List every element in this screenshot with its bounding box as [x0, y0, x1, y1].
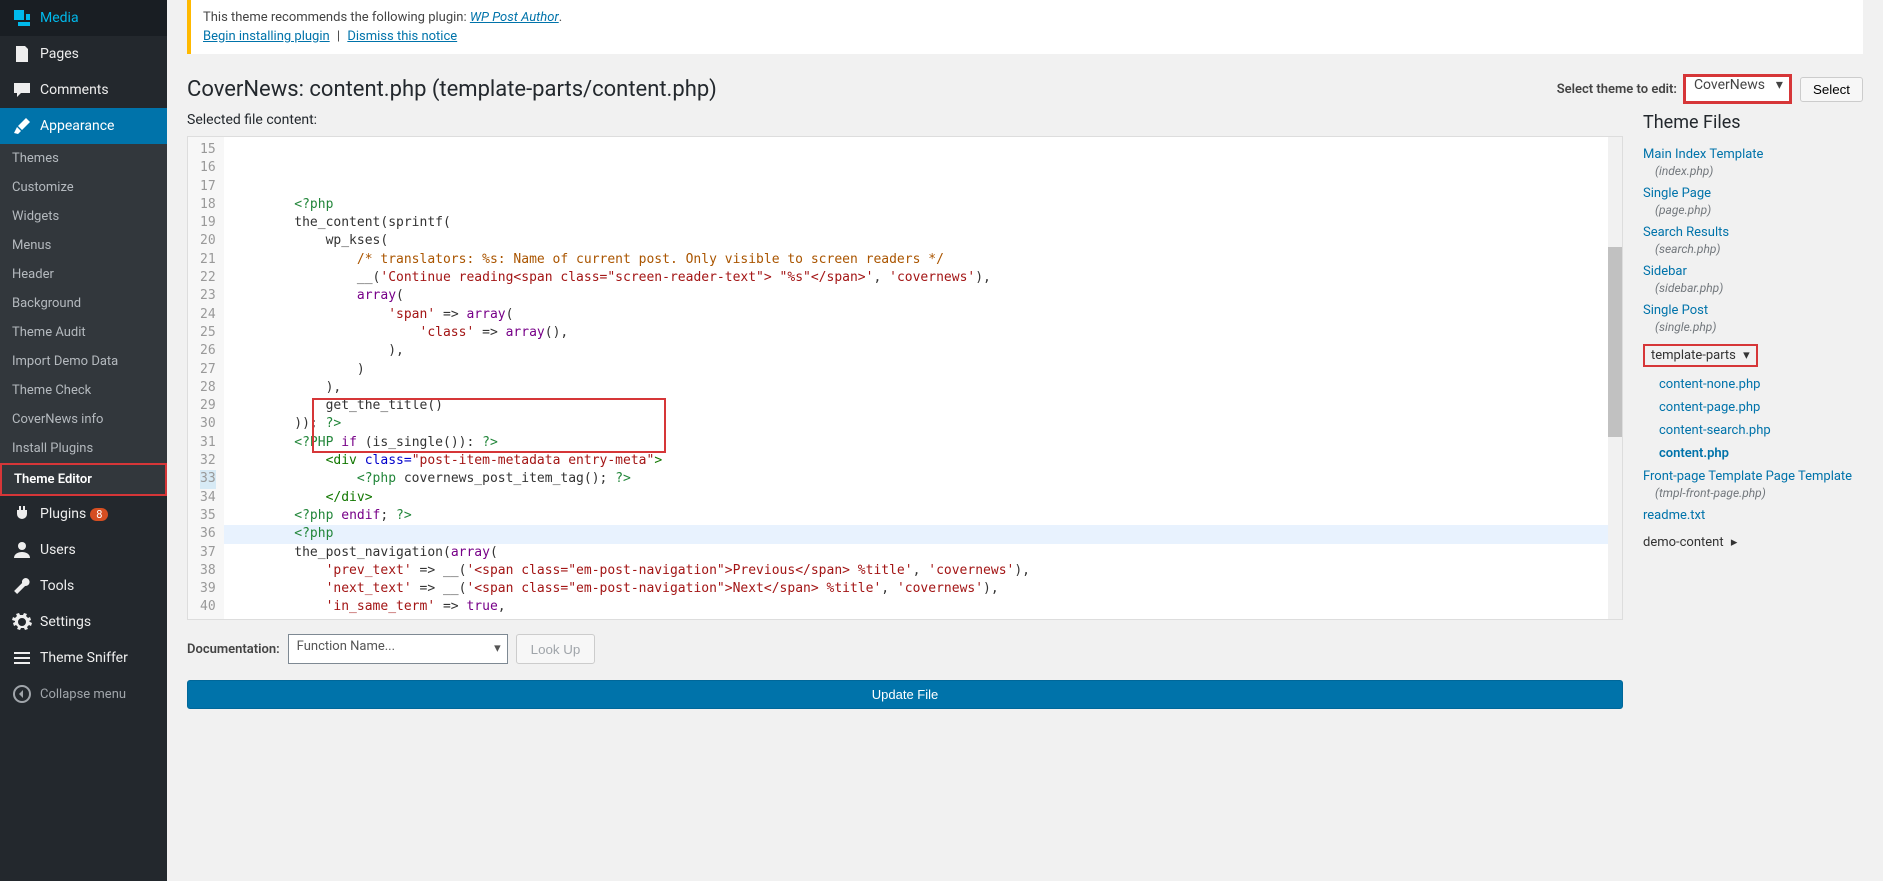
content-row: Selected file content: 15161718192021222…	[187, 112, 1863, 881]
file-tree: Main Index Template(index.php)Single Pag…	[1643, 143, 1863, 554]
submenu-menus[interactable]: Menus	[0, 231, 167, 260]
appearance-submenu: Themes Customize Widgets Menus Header Ba…	[0, 144, 167, 496]
file-item[interactable]: Sidebar(sidebar.php)	[1643, 260, 1863, 299]
folder-demo-content[interactable]: demo-content ▸	[1643, 531, 1863, 554]
submenu-header[interactable]: Header	[0, 260, 167, 289]
page-title: CoverNews: content.php (template-parts/c…	[187, 77, 1557, 102]
begin-install-link[interactable]: Begin installing plugin	[203, 29, 330, 44]
comment-icon	[12, 80, 32, 100]
sidebar-item-label: Media	[40, 10, 79, 26]
submenu-covernews-info[interactable]: CoverNews info	[0, 405, 167, 434]
media-icon	[12, 8, 32, 28]
file-item[interactable]: readme.txt	[1643, 504, 1863, 527]
plugin-link[interactable]: WP Post Author	[470, 10, 559, 25]
select-theme-button[interactable]: Select	[1800, 77, 1863, 102]
sidebar-item-label: Theme Sniffer	[40, 650, 128, 666]
file-item[interactable]: content.php	[1659, 442, 1863, 465]
file-item[interactable]: Single Post(single.php)	[1643, 299, 1863, 338]
collapse-icon	[12, 684, 32, 704]
theme-select[interactable]: CoverNews	[1683, 74, 1792, 104]
sidebar-item-label: Users	[40, 542, 76, 558]
sidebar-item-label: Appearance	[40, 118, 114, 134]
file-item[interactable]: Single Page(page.php)	[1643, 182, 1863, 221]
file-item[interactable]: Main Index Template(index.php)	[1643, 143, 1863, 182]
page-icon	[12, 44, 32, 64]
chevron-right-icon: ▸	[1731, 535, 1738, 550]
notice-prefix: This theme recommends the following plug…	[203, 10, 470, 25]
submenu-themes[interactable]: Themes	[0, 144, 167, 173]
theme-files-column: Theme Files Main Index Template(index.ph…	[1643, 112, 1863, 881]
header-row: CoverNews: content.php (template-parts/c…	[187, 74, 1863, 104]
admin-sidebar: Media Pages Comments Appearance Themes C…	[0, 0, 167, 881]
editor-scrollbar[interactable]	[1608, 137, 1622, 619]
documentation-row: Documentation: Function Name... Look Up	[187, 634, 1623, 664]
plugin-notice: This theme recommends the following plug…	[187, 0, 1863, 54]
selected-file-label: Selected file content:	[187, 112, 1623, 128]
dismiss-notice-link[interactable]: Dismiss this notice	[347, 29, 457, 44]
sidebar-item-label: Comments	[40, 82, 109, 98]
sidebar-item-media[interactable]: Media	[0, 0, 167, 36]
submenu-install-plugins[interactable]: Install Plugins	[0, 434, 167, 463]
sidebar-item-label: Tools	[40, 578, 74, 594]
file-item[interactable]: content-page.php	[1659, 396, 1863, 419]
file-item[interactable]: content-search.php	[1659, 419, 1863, 442]
sidebar-item-users[interactable]: Users	[0, 532, 167, 568]
submenu-theme-editor[interactable]: Theme Editor	[0, 463, 167, 496]
sidebar-item-label: Plugins	[40, 506, 86, 522]
main-content: This theme recommends the following plug…	[167, 0, 1883, 881]
sidebar-item-label: Pages	[40, 46, 79, 62]
wrench-icon	[12, 576, 32, 596]
sidebar-item-appearance[interactable]: Appearance	[0, 108, 167, 144]
sidebar-item-settings[interactable]: Settings	[0, 604, 167, 640]
lookup-button[interactable]: Look Up	[516, 634, 596, 664]
submenu-import-demo[interactable]: Import Demo Data	[0, 347, 167, 376]
update-file-button[interactable]: Update File	[187, 680, 1623, 709]
user-icon	[12, 540, 32, 560]
submenu-background[interactable]: Background	[0, 289, 167, 318]
sidebar-item-comments[interactable]: Comments	[0, 72, 167, 108]
sidebar-item-pages[interactable]: Pages	[0, 36, 167, 72]
file-item[interactable]: Search Results(search.php)	[1643, 221, 1863, 260]
sidebar-item-label: Collapse menu	[40, 687, 126, 702]
code-editor[interactable]: 1516171819202122232425262728293031323334…	[187, 136, 1623, 620]
sidebar-item-tools[interactable]: Tools	[0, 568, 167, 604]
file-item[interactable]: content-none.php	[1659, 373, 1863, 396]
folder-template-parts[interactable]: template-parts ▾	[1643, 344, 1758, 367]
submenu-widgets[interactable]: Widgets	[0, 202, 167, 231]
gear-icon	[12, 612, 32, 632]
plugin-icon	[12, 504, 32, 524]
theme-files-title: Theme Files	[1643, 112, 1863, 133]
brush-icon	[12, 116, 32, 136]
submenu-theme-check[interactable]: Theme Check	[0, 376, 167, 405]
app-root: Media Pages Comments Appearance Themes C…	[0, 0, 1883, 881]
function-select[interactable]: Function Name...	[288, 634, 508, 664]
sidebar-collapse[interactable]: Collapse menu	[0, 676, 167, 712]
list-icon	[12, 648, 32, 668]
chevron-down-icon: ▾	[1743, 348, 1750, 363]
submenu-theme-audit[interactable]: Theme Audit	[0, 318, 167, 347]
sidebar-item-theme-sniffer[interactable]: Theme Sniffer	[0, 640, 167, 676]
plugin-count-badge: 8	[90, 508, 108, 521]
theme-select-label: Select theme to edit:	[1557, 82, 1677, 97]
file-item[interactable]: Front-page Template Page Template(tmpl-f…	[1643, 465, 1863, 504]
editor-column: Selected file content: 15161718192021222…	[187, 112, 1623, 881]
doc-label: Documentation:	[187, 642, 280, 657]
code-body[interactable]: <?php the_content(sprintf( wp_kses( /* t…	[224, 137, 1622, 619]
sidebar-item-label: Settings	[40, 614, 91, 630]
submenu-customize[interactable]: Customize	[0, 173, 167, 202]
line-gutter: 1516171819202122232425262728293031323334…	[188, 137, 224, 619]
sidebar-item-plugins[interactable]: Plugins 8	[0, 496, 167, 532]
